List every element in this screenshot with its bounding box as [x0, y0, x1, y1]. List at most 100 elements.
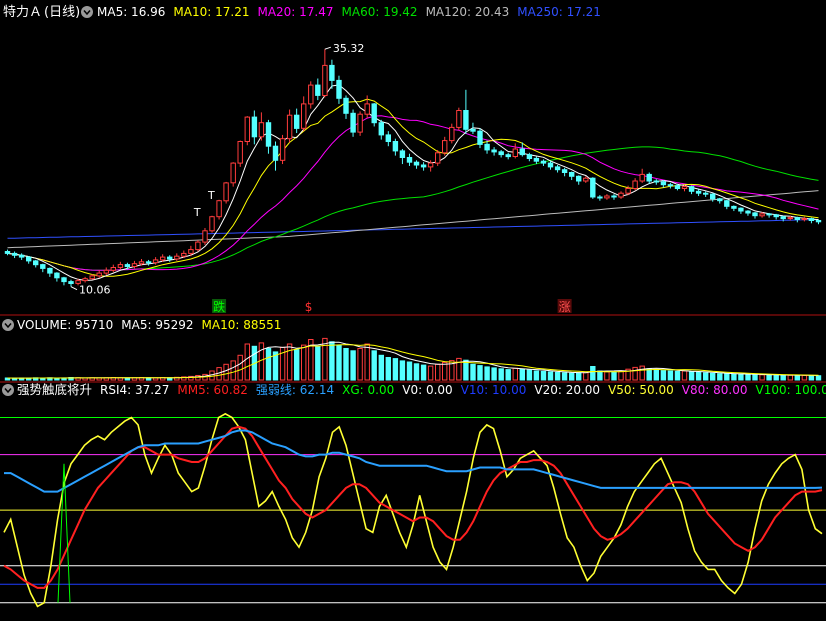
volume-bar	[406, 361, 413, 381]
candle-body	[477, 130, 483, 145]
volume-bar	[794, 375, 800, 381]
candle-body	[787, 217, 793, 220]
volume-bar	[710, 372, 716, 381]
candle-body	[343, 97, 349, 114]
candle-body	[554, 166, 561, 171]
candle-body	[519, 148, 525, 156]
candle-body	[463, 110, 469, 130]
volume-bar	[364, 343, 370, 381]
candle-body	[808, 218, 815, 222]
candle-body	[329, 64, 335, 81]
volume-bar	[265, 348, 272, 381]
candle-body	[695, 190, 702, 194]
volume-bar	[286, 343, 293, 381]
volume-bar	[681, 370, 688, 381]
candle-body	[131, 263, 138, 268]
candle-body	[717, 198, 723, 202]
volume-bar	[745, 374, 751, 381]
candle-body	[618, 192, 624, 198]
candle-body	[780, 216, 786, 220]
candle-body	[244, 116, 251, 142]
legend-item: RSI4: 37.27	[100, 383, 169, 397]
candle-body	[724, 200, 730, 207]
candle-body	[583, 177, 589, 182]
volume-bar	[329, 341, 335, 381]
candle-body	[590, 177, 596, 198]
candle-body	[223, 182, 229, 202]
volume-bar	[752, 374, 758, 381]
candle-body	[40, 264, 46, 269]
candle-body	[646, 173, 652, 182]
volume-bar	[618, 370, 624, 381]
volume-bar	[526, 369, 533, 381]
candle-body	[4, 251, 11, 254]
candle-body	[738, 207, 744, 212]
legend-item: MA120: 20.43	[426, 5, 510, 19]
volume-bar	[343, 348, 349, 381]
volume-bar	[801, 375, 808, 381]
candle-body	[442, 140, 448, 154]
candle-body	[406, 157, 413, 163]
candle-body	[759, 213, 765, 217]
candle-body	[681, 186, 688, 190]
candle-body	[491, 149, 497, 153]
volume-bar	[576, 372, 582, 381]
volume-panel-header: VOLUME: 95710 MA5: 95292 MA10: 88551	[2, 318, 281, 332]
candle-body	[413, 161, 420, 166]
volume-bar	[569, 372, 575, 381]
candle-body	[576, 175, 582, 182]
candle-body	[815, 220, 822, 223]
candle-body	[308, 84, 314, 105]
volume-bar	[766, 374, 772, 381]
candle-body	[103, 269, 109, 274]
event-marker: 跌	[213, 299, 225, 314]
candle-body	[392, 141, 399, 152]
candle-body	[498, 151, 504, 156]
volume-bar	[463, 359, 469, 381]
volume-bar	[477, 365, 483, 381]
volume-bar	[470, 363, 476, 381]
indicator-panel-header: 强势触底将升 RSI4: 37.27 MM5: 60.82 强弱线: 62.14 XG…	[2, 382, 826, 397]
candle-body	[216, 200, 222, 218]
volume-bar	[413, 363, 420, 381]
candle-body	[47, 267, 53, 274]
candle-body	[540, 160, 547, 164]
candle-body	[26, 256, 32, 262]
candle-body	[688, 186, 695, 192]
volume-bar	[597, 370, 603, 381]
candle-body	[279, 138, 286, 161]
chart-canvas[interactable]: 特力Ａ (日线) MA5: 16.96 MA10: 17.21 MA20: 17.4…	[0, 0, 826, 617]
candle-body	[604, 195, 610, 199]
volume-collapse-button[interactable]	[2, 319, 14, 331]
volume-bar	[301, 344, 307, 381]
indicator-collapse-button[interactable]	[2, 384, 14, 396]
indicator-name: 强势触底将升	[17, 382, 92, 397]
low-price-label: 10.06	[79, 284, 111, 297]
candle-body	[385, 134, 392, 142]
volume-bar	[604, 371, 610, 381]
candle-body	[350, 112, 356, 133]
candle-body	[427, 162, 434, 168]
legend-item: MA20: 17.47	[257, 5, 333, 19]
price-collapse-button[interactable]	[81, 6, 93, 18]
legend-item: MA250: 17.21	[517, 5, 601, 19]
candle-body	[265, 122, 272, 147]
legend-item: MA5: 95292	[121, 318, 193, 332]
volume-bar	[611, 371, 617, 381]
candle-body	[526, 154, 533, 159]
candle-body	[61, 277, 67, 283]
legend-item: MA10: 17.21	[173, 5, 249, 19]
volume-bar	[237, 354, 243, 381]
price-legend: MA5: 16.96 MA10: 17.21 MA20: 17.47 MA60: 19…	[97, 5, 601, 19]
candle-body	[152, 259, 159, 264]
candle-body	[456, 110, 462, 128]
volume-bar	[427, 365, 434, 381]
candle-body	[195, 241, 201, 251]
volume-bar	[561, 372, 568, 381]
legend-item: MA10: 88551	[202, 318, 282, 332]
volume-bar	[230, 360, 236, 381]
legend-item: VOLUME: 95710	[17, 318, 113, 332]
t-signal-label: T	[193, 206, 201, 219]
volume-bar	[738, 373, 744, 381]
candle-body	[547, 162, 554, 168]
